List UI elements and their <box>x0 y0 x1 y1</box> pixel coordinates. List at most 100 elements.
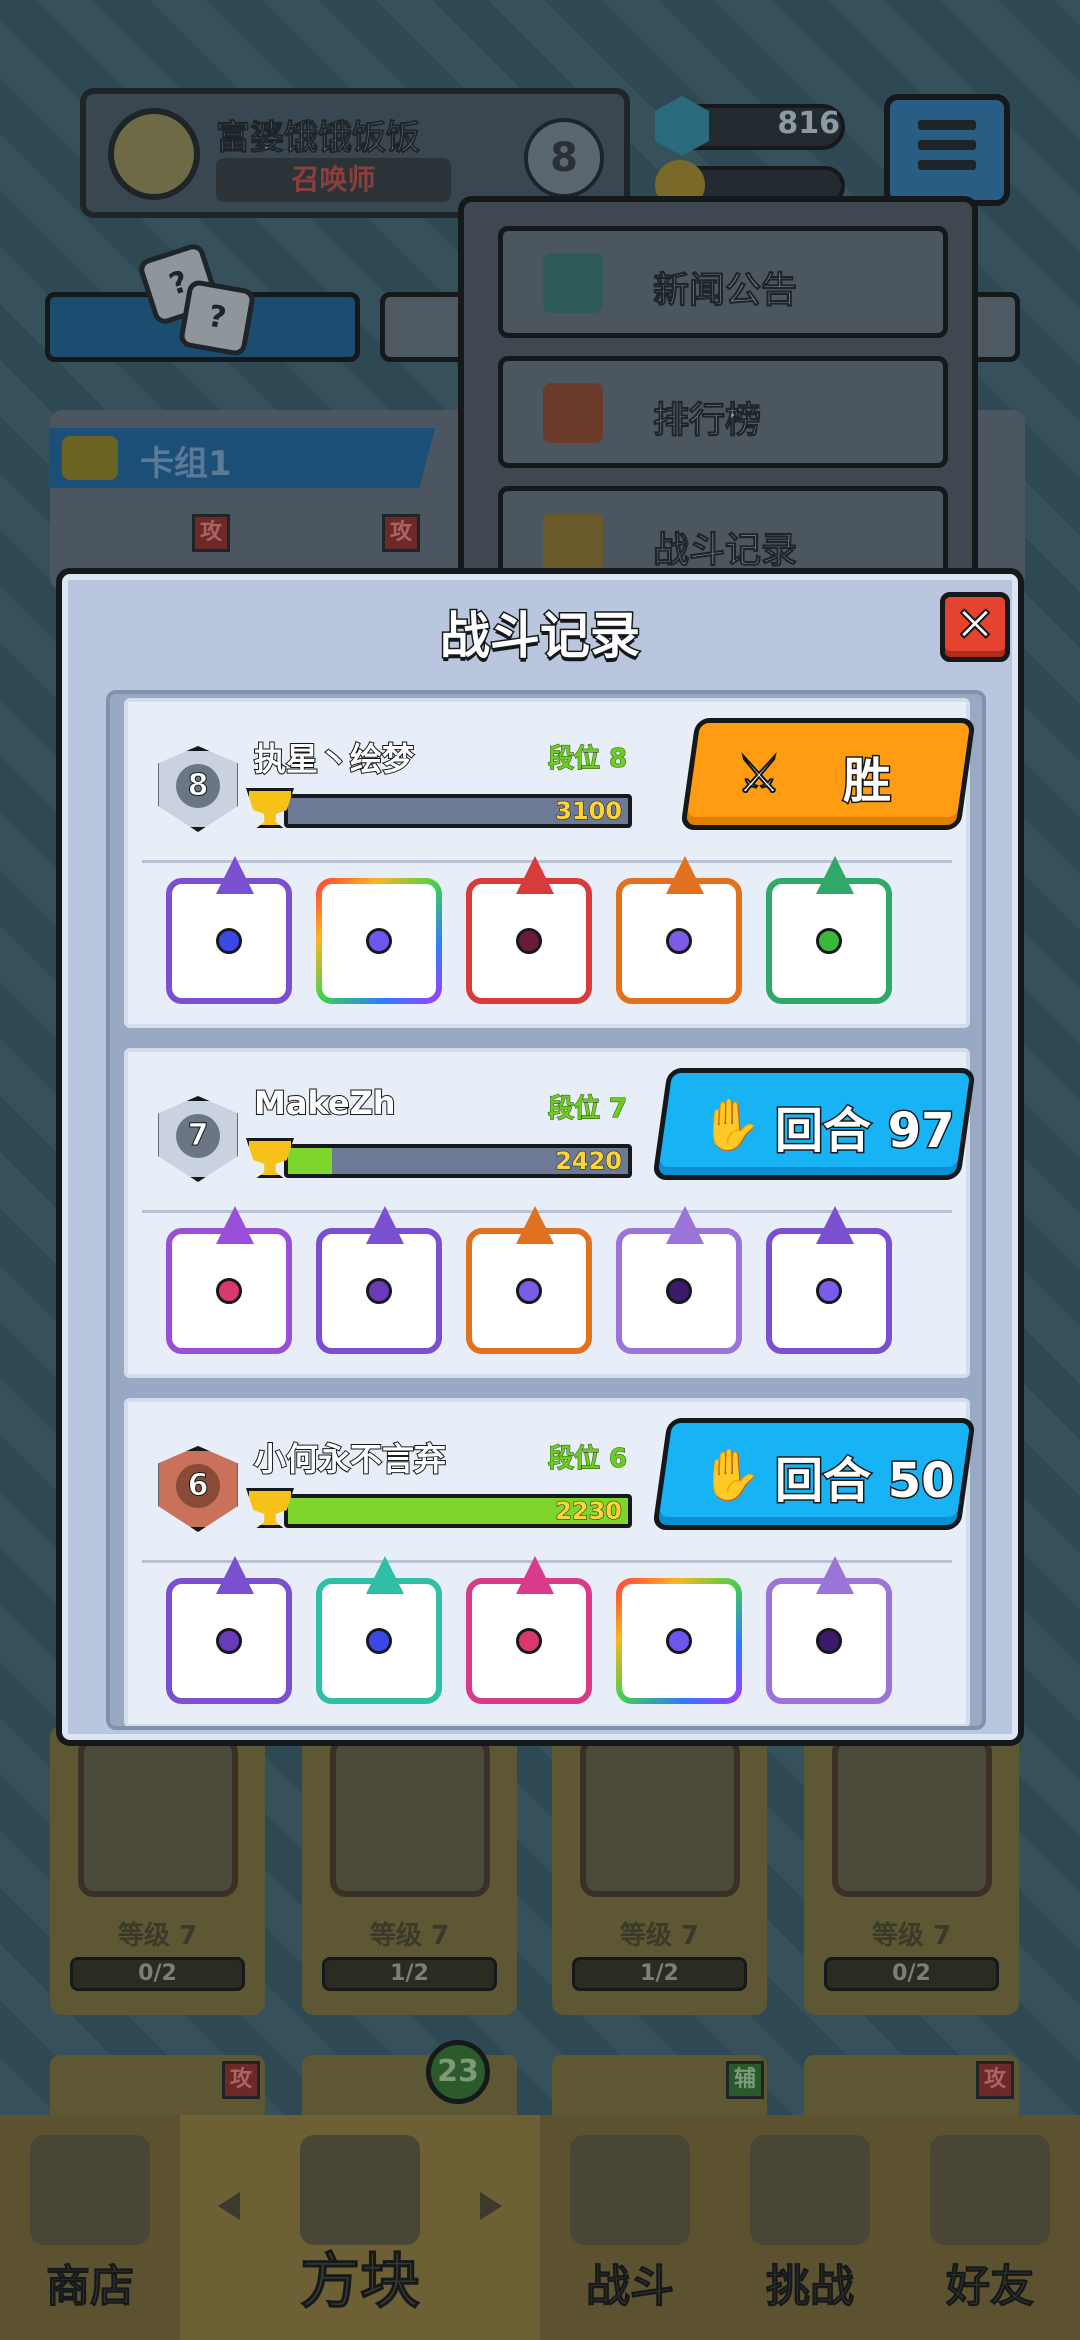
menu-item-label: 排行榜 <box>652 400 762 442</box>
trophy-bar: 3100 <box>284 794 632 828</box>
news-icon <box>543 253 603 313</box>
background-card-row: 等级 7 0/2 等级 7 1/2 等级 7 1/2 等级 7 0/2 <box>50 1725 1025 2015</box>
nav-dice[interactable]: 方块 <box>180 2115 540 2340</box>
shop-icon <box>30 2135 150 2245</box>
divider <box>142 860 952 863</box>
rank-emblem-icon: 6 <box>154 1446 242 1532</box>
star-dice-icon <box>766 856 892 1004</box>
dice-progress: 1/2 <box>322 1957 497 1991</box>
dice-card[interactable]: 等级 7 1/2 <box>552 1725 767 2015</box>
record-item: 7 MakeZh 段位 7 2420 ✋ 回合 97 <box>124 1048 976 1378</box>
nav-label: 战斗 <box>586 2261 675 2313</box>
trophy-bar: 2230 <box>284 1494 632 1528</box>
deck-label: 卡组1 <box>140 444 232 484</box>
infinity-dice-icon <box>466 1206 592 1354</box>
handshake-icon: ✋ <box>699 1095 763 1155</box>
dice-level: 等级 7 <box>117 1921 198 1951</box>
result-text: 回合 97 <box>774 1102 957 1161</box>
nav-challenge[interactable]: 挑战 <box>720 2115 900 2340</box>
dice-row <box>166 856 946 1008</box>
dice-progress: 0/2 <box>70 1957 245 1991</box>
nav-friends[interactable]: 好友 <box>900 2115 1080 2340</box>
dice-box-icon <box>300 2135 420 2245</box>
dice-level: 等级 7 <box>871 1921 952 1951</box>
nav-label: 方块 <box>300 2247 421 2318</box>
dice-progress: 1/2 <box>572 1957 747 1991</box>
support-tag: 辅 <box>726 2061 764 2099</box>
dice-art <box>832 1737 992 1897</box>
dice-card[interactable]: 等级 7 1/2 <box>302 1725 517 2015</box>
healing-hands-dice-icon <box>316 1556 442 1704</box>
trophy-value: 2230 <box>555 1497 623 1525</box>
rainbow-dice-icon <box>616 1578 742 1704</box>
nav-label: 好友 <box>946 2261 1035 2313</box>
nav-shop[interactable]: 商店 <box>0 2115 180 2340</box>
divider <box>142 1210 952 1213</box>
rank-emblem-icon: 8 <box>154 746 242 832</box>
crack-dice-icon <box>766 1556 892 1704</box>
arrow-left-icon[interactable] <box>218 2192 240 2220</box>
bottom-nav: 商店 方块 战斗 挑战 好友 <box>0 2115 1080 2340</box>
result-badge-draw: ✋ 回合 50 <box>652 1418 976 1530</box>
friends-icon <box>930 2135 1050 2245</box>
portal-dice-icon <box>166 1556 292 1704</box>
flag-avatar-icon <box>108 108 200 200</box>
tier-label: 段位 7 <box>547 1094 628 1125</box>
profile-title: 召唤师 <box>216 158 451 202</box>
dice-progress: 0/2 <box>824 1957 999 1991</box>
leaderboard-icon <box>543 383 603 443</box>
dice-art <box>330 1737 490 1897</box>
menu-item-leaderboard[interactable]: 排行榜 <box>498 356 948 468</box>
rainbow-dice-icon <box>316 878 442 1004</box>
crossed-swords-icon: ⚔ <box>736 745 783 805</box>
attack-tag: 攻 <box>382 514 420 552</box>
result-badge-draw: ✋ 回合 97 <box>652 1068 976 1180</box>
dice-row <box>166 1206 946 1358</box>
dice-level: 等级 7 <box>369 1921 450 1951</box>
trophy-value: 2420 <box>555 1147 623 1175</box>
modal-title: 战斗记录 <box>439 606 642 667</box>
attack-tag: 攻 <box>192 514 230 552</box>
record-item: 6 小何永不言弃 段位 6 2230 ✋ 回合 50 <box>124 1398 976 1726</box>
hamburger-menu-button[interactable] <box>884 94 1010 206</box>
divider <box>142 1560 952 1563</box>
dice-art <box>580 1737 740 1897</box>
random-dice-icon[interactable]: ? ? <box>136 241 257 360</box>
blizzard-dice-icon <box>466 856 592 1004</box>
nav-label: 挑战 <box>766 2261 855 2313</box>
handshake-icon: ✋ <box>699 1445 763 1505</box>
profile-name: 富婆饿饿饭饭 <box>216 118 421 159</box>
arrow-right-icon[interactable] <box>480 2192 502 2220</box>
result-text: 胜 <box>842 752 893 811</box>
attack-tag: 攻 <box>222 2061 260 2099</box>
menu-item-news[interactable]: 新闻公告 <box>498 226 948 338</box>
result-badge-win: ⚔ 胜 <box>680 718 976 830</box>
trophy-bar: 2420 <box>284 1144 632 1178</box>
gem-value: 816 <box>777 106 840 141</box>
battle-record-modal: 战斗记录 ✕ 8 执星丶绘梦 段位 8 3100 ⚔ 胜 7 MakeZh 段位… <box>56 568 1024 1746</box>
player-name: 执星丶绘梦 <box>253 739 415 779</box>
close-button[interactable]: ✕ <box>940 592 1010 662</box>
menu-item-label: 新闻公告 <box>652 270 798 312</box>
arcane-dice-icon <box>316 1206 442 1354</box>
crack-dice-icon <box>616 1206 742 1354</box>
dice-level: 等级 7 <box>619 1921 700 1951</box>
healing-hands-dice-icon <box>166 856 292 1004</box>
rank-emblem-icon: 7 <box>154 1096 242 1182</box>
main-menu-dropdown: 新闻公告 排行榜 战斗记录 <box>458 196 978 598</box>
tier-label: 段位 6 <box>547 1444 628 1475</box>
nail-dice-icon <box>466 1556 592 1704</box>
dice-card[interactable]: 等级 7 0/2 <box>50 1725 265 2015</box>
result-text: 回合 50 <box>774 1452 957 1511</box>
mimic-dice-icon <box>766 1206 892 1354</box>
nav-label: 商店 <box>46 2261 135 2313</box>
count-badge: 23 <box>426 2040 490 2104</box>
pencil-icon[interactable] <box>62 436 118 480</box>
battle-record-icon <box>543 513 603 573</box>
nav-battle[interactable]: 战斗 <box>540 2115 720 2340</box>
dice-card[interactable]: 等级 7 0/2 <box>804 1725 1019 2015</box>
profile-rank-badge: 8 <box>524 118 604 198</box>
record-list[interactable]: 8 执星丶绘梦 段位 8 3100 ⚔ 胜 7 MakeZh 段位 7 2420… <box>106 690 986 1730</box>
player-name: MakeZh <box>253 1083 397 1123</box>
infinity-dice-icon <box>616 856 742 1004</box>
